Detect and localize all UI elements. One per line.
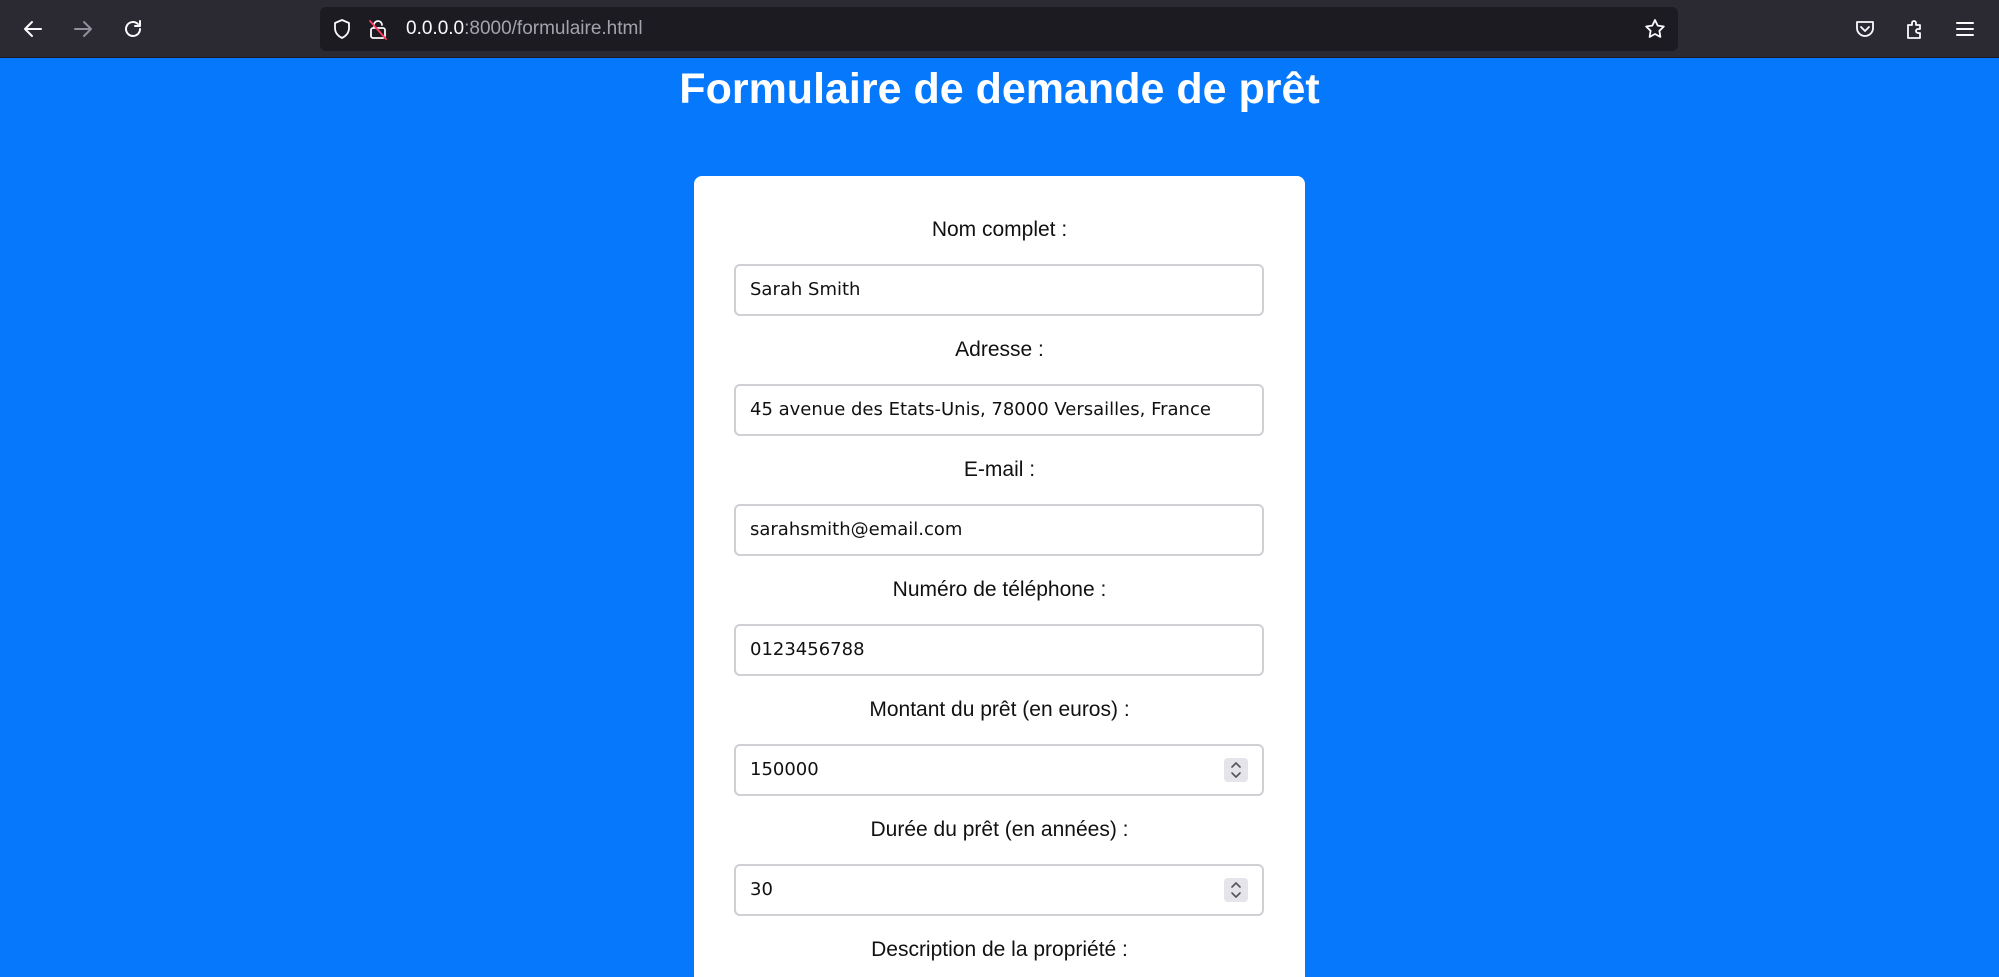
url-host: 0.0.0.0 bbox=[406, 18, 465, 39]
address-label: Adresse : bbox=[955, 338, 1044, 361]
loan-form: Nom complet : Sarah Smith Adresse : 45 a… bbox=[694, 176, 1305, 977]
loan-amount-label: Montant du prêt (en euros) : bbox=[869, 698, 1130, 721]
reload-button[interactable] bbox=[114, 10, 152, 48]
forward-button[interactable] bbox=[64, 10, 102, 48]
loan-amount-input[interactable]: 150000 bbox=[734, 744, 1264, 796]
spinner-arrows-icon bbox=[1231, 762, 1241, 778]
loan-amount-spinner[interactable] bbox=[1224, 758, 1248, 782]
spinner-arrows-icon bbox=[1231, 882, 1241, 898]
back-icon bbox=[24, 21, 42, 37]
url-path: :8000/formulaire.html bbox=[464, 18, 643, 39]
full-name-value: Sarah Smith bbox=[750, 279, 861, 300]
address-value: 45 avenue des Etats-Unis, 78000 Versaill… bbox=[750, 399, 1211, 420]
loan-duration-input[interactable]: 30 bbox=[734, 864, 1264, 916]
address-input[interactable]: 45 avenue des Etats-Unis, 78000 Versaill… bbox=[734, 384, 1264, 436]
loan-duration-value: 30 bbox=[750, 879, 773, 900]
bookmark-button[interactable] bbox=[1640, 14, 1670, 44]
address-bar[interactable]: 0.0.0.0:8000/formulaire.html bbox=[320, 7, 1678, 51]
extensions-button[interactable] bbox=[1900, 14, 1930, 44]
email-value: sarahsmith@email.com bbox=[750, 519, 963, 540]
app-menu-button[interactable] bbox=[1950, 14, 1980, 44]
bookmark-star-icon bbox=[1645, 19, 1665, 38]
full-name-label: Nom complet : bbox=[931, 218, 1068, 241]
insecure-lock-icon[interactable] bbox=[366, 17, 390, 41]
full-name-input[interactable]: Sarah Smith bbox=[734, 264, 1264, 316]
pocket-icon bbox=[1856, 21, 1874, 37]
email-label: E-mail : bbox=[963, 458, 1036, 481]
loan-duration-label: Durée du prêt (en années) : bbox=[870, 818, 1129, 841]
loan-duration-spinner[interactable] bbox=[1224, 878, 1248, 902]
phone-value: 0123456788 bbox=[750, 639, 865, 660]
phone-label: Numéro de téléphone : bbox=[892, 578, 1107, 601]
extensions-icon bbox=[1907, 20, 1921, 39]
forward-icon bbox=[74, 21, 92, 37]
property-description-label: Description de la propriété : bbox=[871, 938, 1128, 961]
browser-toolbar: 0.0.0.0:8000/formulaire.html bbox=[0, 0, 1999, 58]
reload-icon bbox=[125, 20, 141, 37]
shield-icon[interactable] bbox=[330, 17, 354, 41]
menu-icon bbox=[1956, 22, 1974, 36]
page-title: Formulaire de demande de prêt bbox=[679, 65, 1320, 113]
pocket-button[interactable] bbox=[1850, 14, 1880, 44]
back-button[interactable] bbox=[14, 10, 52, 48]
loan-amount-value: 150000 bbox=[750, 759, 819, 780]
phone-input[interactable]: 0123456788 bbox=[734, 624, 1264, 676]
url-text[interactable]: 0.0.0.0:8000/formulaire.html bbox=[406, 7, 643, 51]
email-input[interactable]: sarahsmith@email.com bbox=[734, 504, 1264, 556]
